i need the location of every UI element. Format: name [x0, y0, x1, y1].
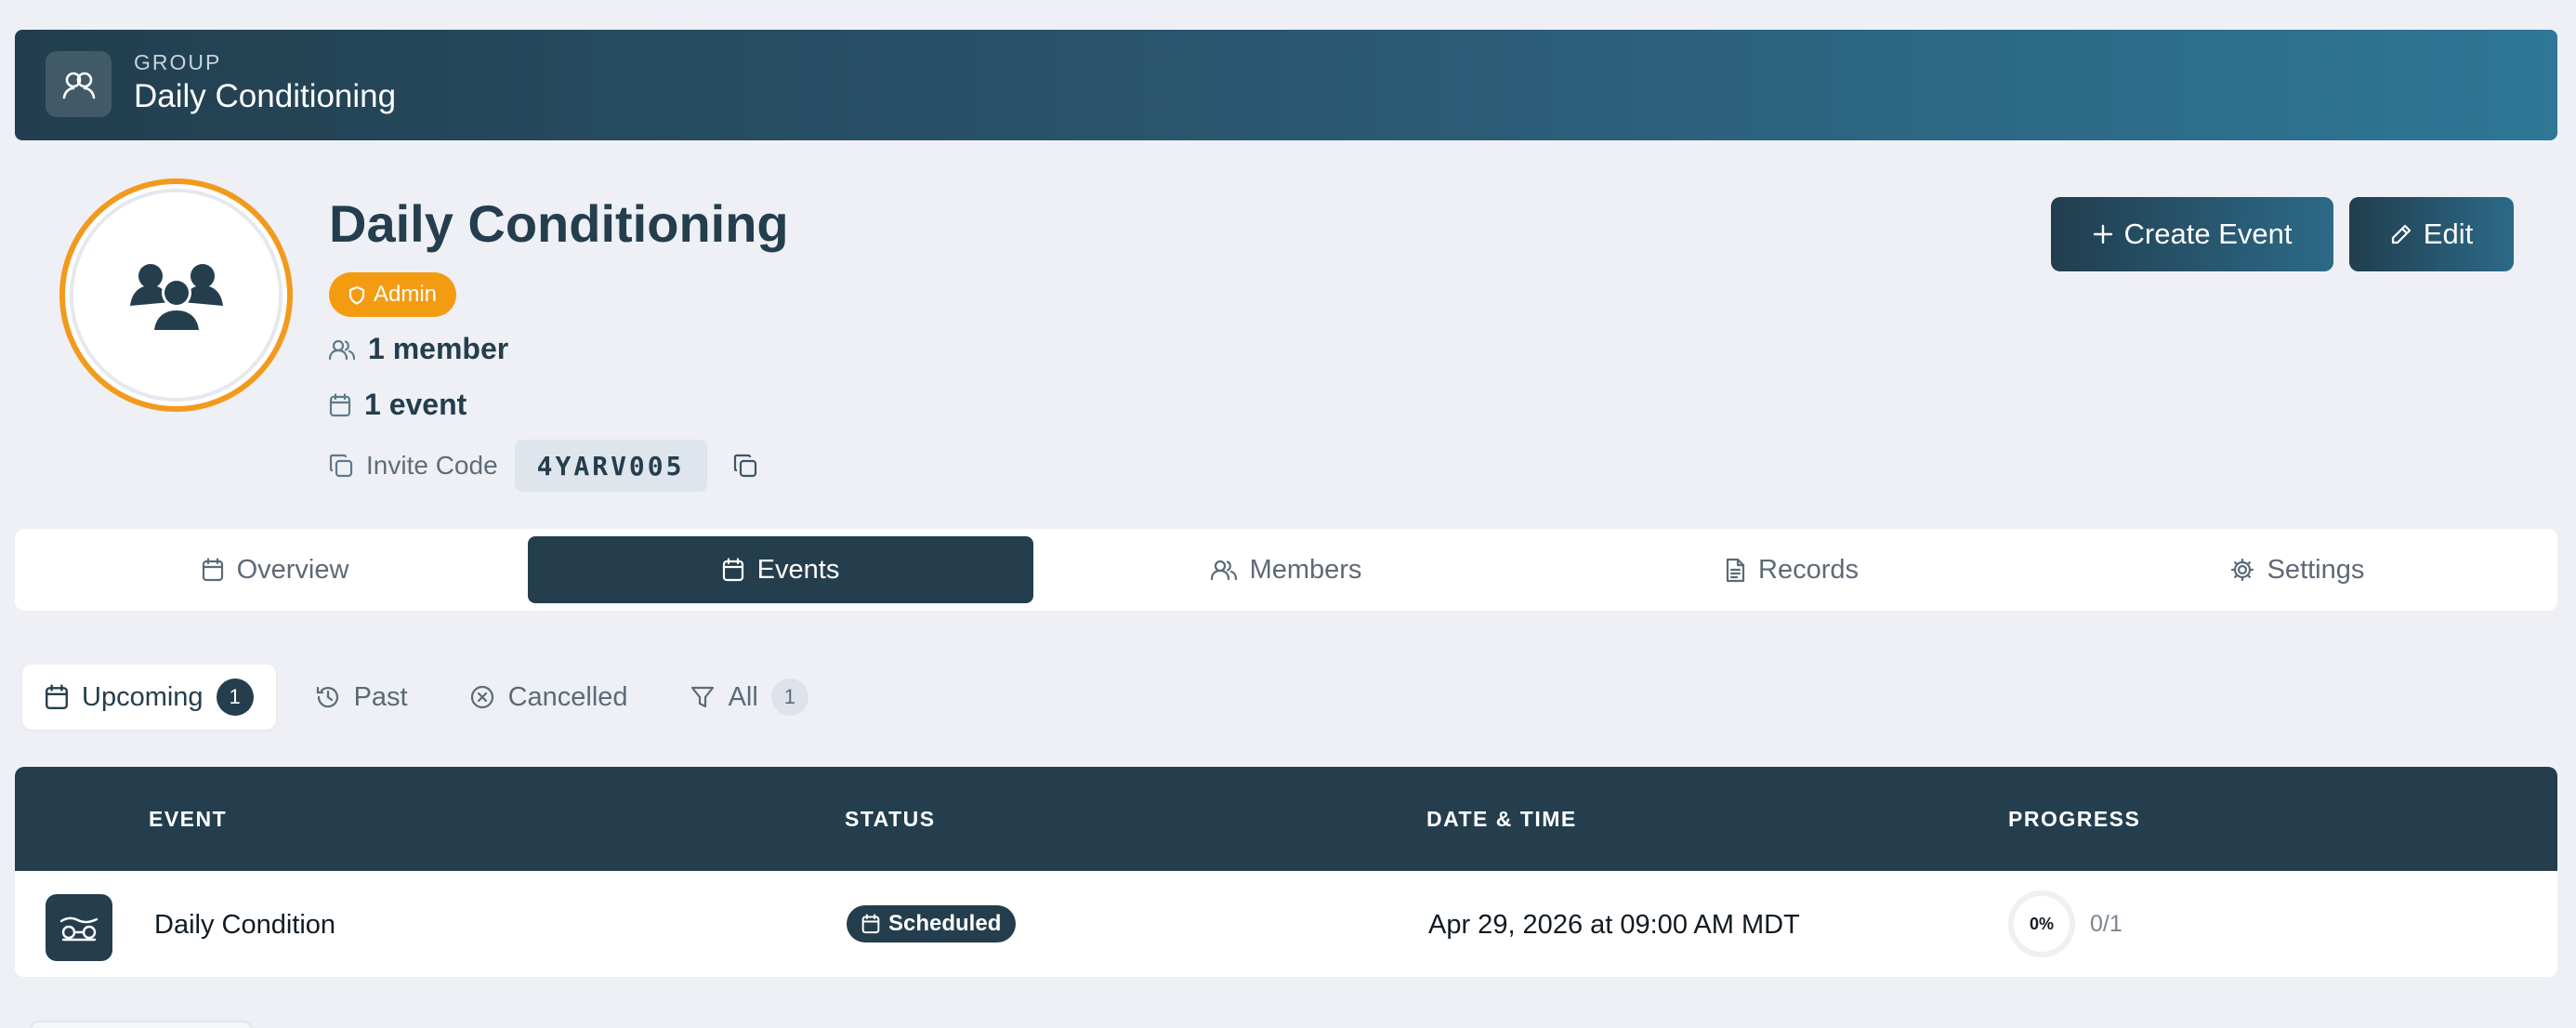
tab-settings[interactable]: Settings — [2044, 536, 2550, 603]
progress-percent: 0% — [2029, 914, 2054, 933]
group-avatar — [59, 178, 293, 412]
member-count: 1 member — [329, 332, 508, 366]
filter-all-count: 1 — [770, 679, 808, 716]
filter-cancelled-label: Cancelled — [507, 681, 628, 712]
history-icon — [316, 686, 338, 708]
calendar-icon — [46, 684, 68, 710]
cancel-circle-icon — [470, 685, 493, 709]
column-status[interactable]: STATUS — [845, 807, 936, 832]
events-table: EVENT STATUS DATE & TIME PROGRESS Daily … — [15, 767, 2557, 977]
edit-label: Edit — [2423, 217, 2474, 250]
pagination-control[interactable] — [30, 1021, 253, 1028]
copy-icon — [733, 454, 756, 478]
event-count: 1 event — [329, 388, 467, 422]
tab-overview[interactable]: Overview — [22, 536, 528, 603]
gear-icon — [2230, 558, 2254, 582]
status-badge: Scheduled — [847, 905, 1017, 942]
filter-past[interactable]: Past — [293, 665, 430, 730]
plus-icon — [2093, 224, 2112, 244]
banner-kicker: GROUP — [134, 50, 222, 74]
filter-past-label: Past — [353, 681, 408, 712]
filter-all[interactable]: All 1 — [667, 665, 831, 730]
tab-events-label: Events — [756, 554, 840, 585]
filter-cancelled[interactable]: Cancelled — [447, 665, 651, 730]
users-icon — [129, 263, 223, 332]
tab-overview-label: Overview — [236, 554, 349, 585]
invite-code-label: Invite Code — [366, 451, 498, 480]
progress-ring: 0% — [2008, 890, 2075, 957]
table-row[interactable]: Daily Condition Scheduled Apr 29, 2026 a… — [15, 871, 2557, 977]
event-name[interactable]: Daily Condition — [154, 910, 335, 941]
filter-icon — [690, 686, 714, 708]
edit-button[interactable]: Edit — [2349, 197, 2514, 271]
copy-icon — [329, 454, 353, 478]
tab-bar: Overview Events Members Records Settings — [15, 529, 2557, 611]
role-badge: Admin — [329, 272, 457, 317]
invite-code-value: 4YARV005 — [514, 440, 707, 492]
column-event[interactable]: EVENT — [149, 807, 227, 832]
column-datetime[interactable]: DATE & TIME — [1426, 807, 1577, 832]
column-progress[interactable]: PROGRESS — [2008, 807, 2140, 832]
tab-events[interactable]: Events — [528, 536, 1033, 603]
event-count-label: 1 event — [364, 388, 467, 421]
filter-upcoming-label: Upcoming — [82, 681, 204, 712]
page-title: Daily Conditioning — [329, 194, 789, 253]
create-event-label: Create Event — [2123, 217, 2293, 250]
group-banner: GROUP Daily Conditioning — [15, 30, 2557, 140]
users-icon — [1210, 560, 1237, 581]
table-header: EVENT STATUS DATE & TIME PROGRESS — [15, 767, 2557, 871]
tab-records-label: Records — [1758, 554, 1859, 585]
calendar-icon — [861, 914, 880, 934]
calendar-icon — [202, 558, 223, 582]
calendar-icon — [329, 392, 351, 416]
group-icon — [46, 51, 112, 117]
member-count-label: 1 member — [368, 332, 509, 365]
progress-count: 0/1 — [2090, 911, 2123, 937]
users-icon — [329, 339, 355, 360]
calendar-icon — [722, 558, 743, 582]
create-event-button[interactable]: Create Event — [2051, 197, 2333, 271]
filter-upcoming[interactable]: Upcoming 1 — [22, 665, 276, 730]
tab-members-label: Members — [1249, 554, 1362, 585]
shield-icon — [348, 285, 365, 305]
running-icon — [59, 916, 99, 942]
banner-title: Daily Conditioning — [134, 78, 397, 114]
tab-members[interactable]: Members — [1033, 536, 1539, 603]
invite-code-row: Invite Code 4YARV005 — [329, 440, 757, 492]
event-datetime: Apr 29, 2026 at 09:00 AM MDT — [1428, 910, 1800, 940]
copy-invite-button[interactable] — [733, 454, 757, 478]
filter-upcoming-count: 1 — [216, 679, 254, 716]
event-type-icon — [46, 894, 112, 961]
filter-all-label: All — [728, 681, 758, 712]
document-icon — [1726, 558, 1745, 582]
role-badge-label: Admin — [374, 282, 438, 307]
pencil-icon — [2391, 224, 2411, 244]
tab-records[interactable]: Records — [1539, 536, 2044, 603]
tab-settings-label: Settings — [2267, 554, 2365, 585]
event-filters: Upcoming 1 Past Cancelled All 1 — [22, 665, 831, 730]
status-badge-label: Scheduled — [888, 911, 1002, 936]
